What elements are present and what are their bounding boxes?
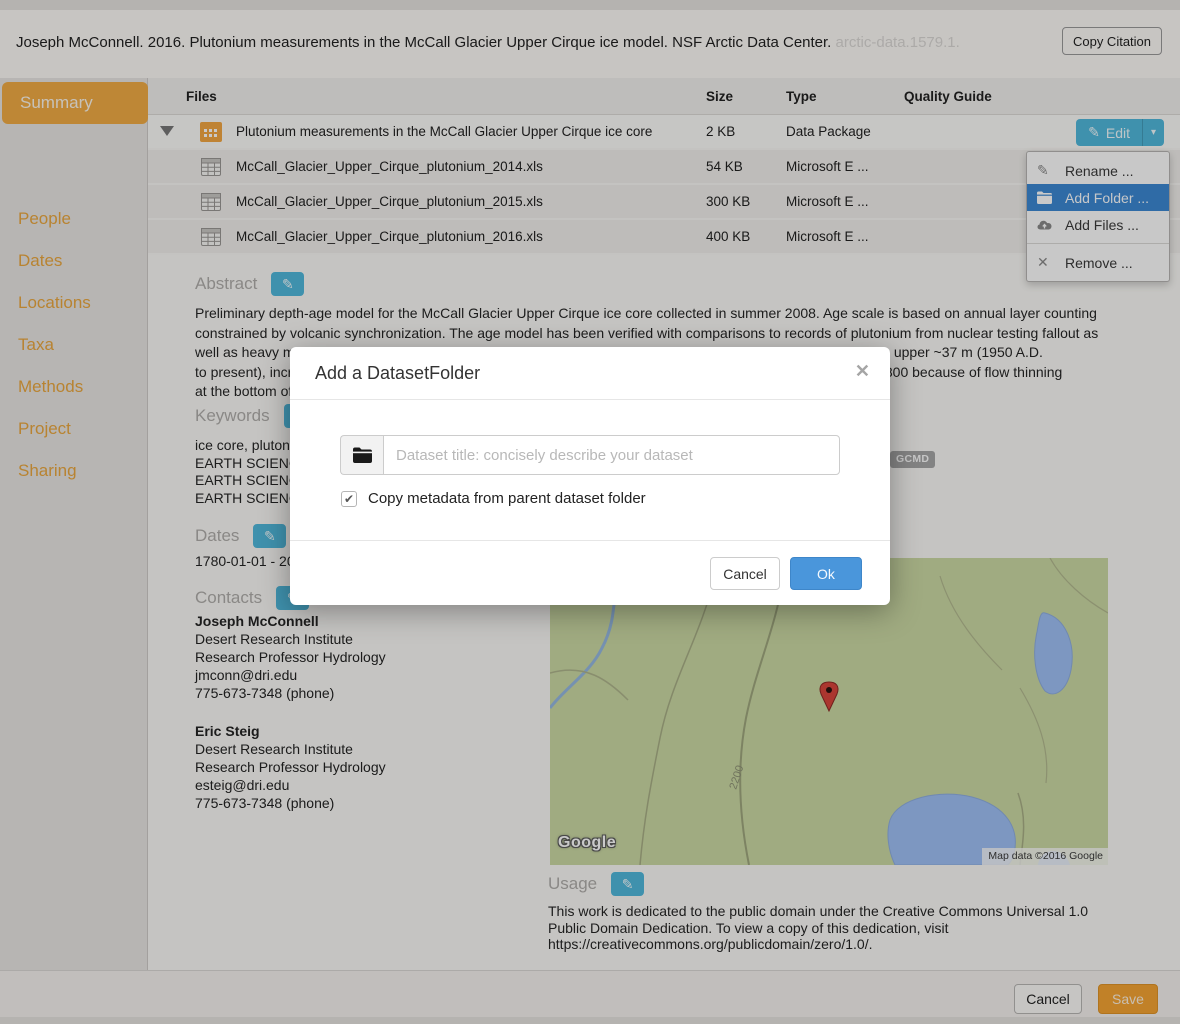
copy-metadata-checkbox[interactable]: ✔ — [341, 491, 357, 507]
copy-metadata-row: ✔ Copy metadata from parent dataset fold… — [341, 490, 646, 507]
modal-title: Add a DatasetFolder — [315, 363, 480, 384]
dataset-title-input-group — [340, 435, 840, 475]
modal-footer: Cancel Ok — [290, 540, 890, 605]
modal-header: Add a DatasetFolder ✕ — [290, 347, 890, 400]
modal-ok-button[interactable]: Ok — [790, 557, 862, 590]
dataset-title-input[interactable] — [383, 435, 840, 475]
page: Joseph McConnell. 2016. Plutonium measur… — [0, 0, 1180, 1024]
modal-cancel-button[interactable]: Cancel — [710, 557, 780, 590]
folder-icon — [340, 435, 383, 475]
close-icon[interactable]: ✕ — [855, 361, 870, 382]
add-dataset-folder-modal: Add a DatasetFolder ✕ ✔ Copy metadata fr… — [290, 347, 890, 605]
copy-metadata-label: Copy metadata from parent dataset folder — [368, 490, 646, 507]
